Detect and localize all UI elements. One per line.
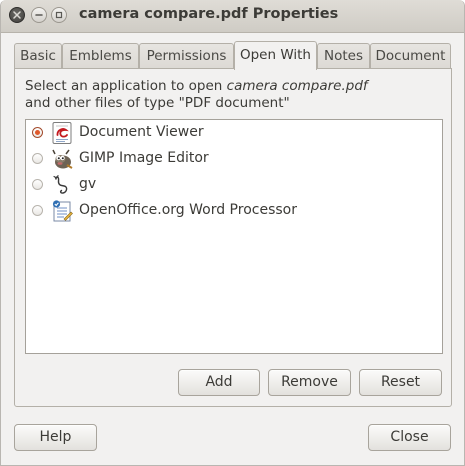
- properties-dialog: camera compare.pdf Properties Basic Embl…: [0, 0, 465, 466]
- remove-button[interactable]: Remove: [268, 369, 351, 396]
- writer-icon: [52, 200, 73, 222]
- tab-basic[interactable]: Basic: [14, 43, 62, 69]
- reset-button[interactable]: Reset: [359, 369, 442, 396]
- description-line-1: Select an application to open camera com…: [25, 78, 368, 95]
- list-item-gimp[interactable]: GIMP Image Editor: [26, 146, 442, 172]
- close-button[interactable]: Close: [368, 424, 451, 451]
- open-with-description: Select an application to open camera com…: [25, 78, 368, 112]
- help-button[interactable]: Help: [14, 424, 97, 451]
- maximize-window-button[interactable]: [51, 7, 67, 23]
- list-item-openoffice-writer[interactable]: OpenOffice.org Word Processor: [26, 198, 442, 224]
- tab-open-with[interactable]: Open With: [234, 41, 317, 70]
- maximize-icon: [55, 11, 63, 19]
- document-viewer-icon: [52, 122, 72, 144]
- add-button[interactable]: Add: [178, 369, 260, 396]
- tab-document[interactable]: Document: [370, 43, 451, 69]
- application-radio[interactable]: [32, 179, 43, 190]
- tab-permissions[interactable]: Permissions: [139, 43, 234, 69]
- close-icon: [13, 11, 21, 19]
- application-radio-selected[interactable]: [32, 127, 43, 138]
- tab-notes[interactable]: Notes: [317, 43, 370, 69]
- window-title: camera compare.pdf Properties: [79, 6, 339, 22]
- list-item-gv[interactable]: gv: [26, 172, 442, 198]
- gimp-icon: [52, 149, 73, 169]
- minimize-icon: [35, 14, 43, 16]
- description-prefix: Select an application to open: [25, 78, 227, 94]
- gv-icon: [53, 174, 68, 194]
- application-label: Document Viewer: [79, 124, 204, 140]
- close-window-button[interactable]: [9, 7, 25, 23]
- application-label: GIMP Image Editor: [79, 150, 209, 166]
- tab-emblems[interactable]: Emblems: [62, 43, 139, 69]
- application-radio[interactable]: [32, 153, 43, 164]
- minimize-window-button[interactable]: [31, 7, 47, 23]
- application-label: OpenOffice.org Word Processor: [79, 202, 297, 218]
- application-list: Document Viewer GIMP Image Editor gv Ope…: [25, 119, 443, 354]
- application-label: gv: [79, 176, 97, 192]
- open-with-panel: Select an application to open camera com…: [14, 68, 452, 407]
- title-bar[interactable]: camera compare.pdf Properties: [1, 0, 464, 33]
- file-name: camera compare.pdf: [226, 78, 368, 94]
- application-radio[interactable]: [32, 205, 43, 216]
- description-line-2: and other files of type "PDF document": [25, 95, 290, 111]
- list-item-document-viewer[interactable]: Document Viewer: [26, 120, 442, 146]
